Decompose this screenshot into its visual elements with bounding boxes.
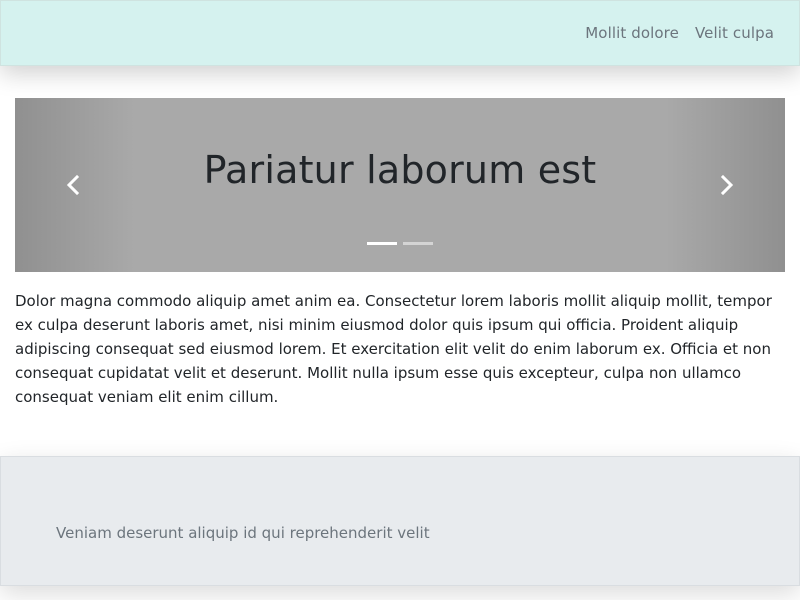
body-paragraph: Dolor magna commodo aliquip amet anim ea… — [15, 292, 772, 406]
carousel-indicator-2[interactable] — [403, 242, 433, 245]
nav-link-velit-culpa[interactable]: Velit culpa — [695, 24, 774, 42]
carousel: Pariatur laborum est — [15, 98, 785, 272]
carousel-indicator-1[interactable] — [367, 242, 397, 245]
carousel-next-button[interactable] — [712, 170, 742, 200]
chevron-left-icon — [66, 175, 80, 195]
nav-link-mollit-dolore[interactable]: Mollit dolore — [585, 24, 679, 42]
footer: Veniam deserunt aliquip id qui reprehend… — [0, 456, 800, 586]
carousel-indicators — [15, 242, 785, 245]
carousel-title: Pariatur laborum est — [203, 148, 597, 192]
carousel-prev-button[interactable] — [58, 170, 88, 200]
footer-text: Veniam deserunt aliquip id qui reprehend… — [56, 524, 430, 542]
top-navbar: Mollit dolore Velit culpa — [0, 0, 800, 66]
chevron-right-icon — [720, 175, 734, 195]
